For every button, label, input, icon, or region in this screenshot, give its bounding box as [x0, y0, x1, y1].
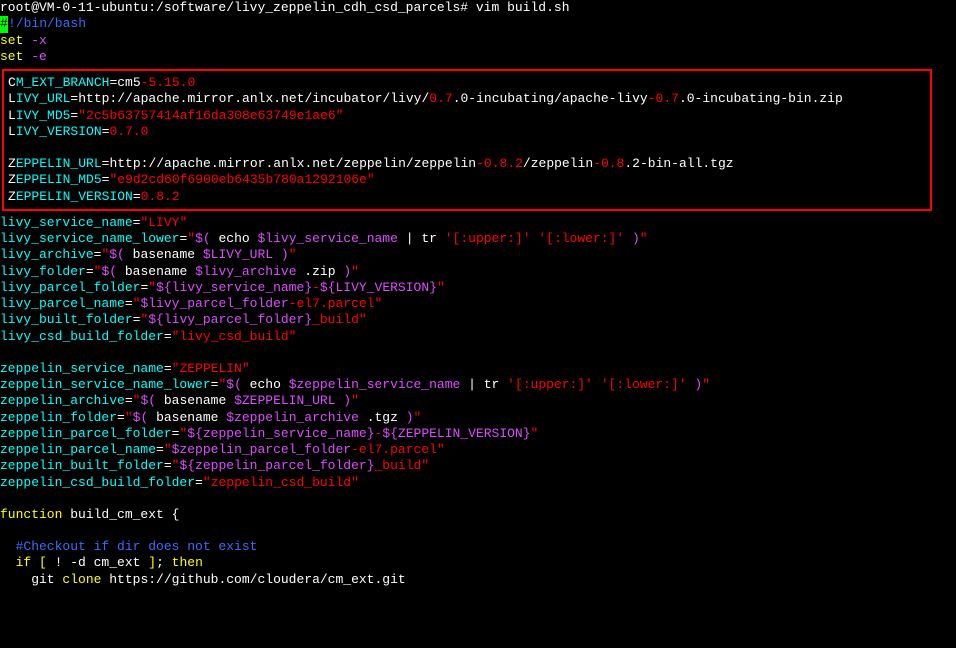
zeppelin-built-folder: zeppelin_built_folder="${zeppelin_parcel…: [0, 458, 956, 474]
livy-archive: livy_archive="$( basename $LIVY_URL )": [0, 247, 956, 263]
zeppelin-url: ZEPPELIN_URL=http://apache.mirror.anlx.n…: [8, 156, 926, 172]
zeppelin-parcel-name: zeppelin_parcel_name="$zeppelin_parcel_f…: [0, 442, 956, 458]
zeppelin-archive: zeppelin_archive="$( basename $ZEPPELIN_…: [0, 393, 956, 409]
zeppelin-folder: zeppelin_folder="$( basename $zeppelin_a…: [0, 410, 956, 426]
livy-service-name: livy_service_name="LIVY": [0, 215, 956, 231]
cursor: #: [0, 16, 8, 32]
zeppelin-service-name: zeppelin_service_name="ZEPPELIN": [0, 361, 956, 377]
livy-built-folder: livy_built_folder="${livy_parcel_folder}…: [0, 312, 956, 328]
zeppelin-version: ZEPPELIN_VERSION=0.8.2: [8, 189, 926, 205]
zeppelin-csd-build-folder: zeppelin_csd_build_folder="zeppelin_csd_…: [0, 475, 956, 491]
highlight-box: CM_EXT_BRANCH=cm5-5.15.0 LIVY_URL=http:/…: [2, 69, 932, 211]
livy-version: LIVY_VERSION=0.7.0: [8, 124, 926, 140]
livy-parcel-folder: livy_parcel_folder="${livy_service_name}…: [0, 280, 956, 296]
comment-checkout: #Checkout if dir does not exist: [0, 539, 956, 555]
zeppelin-service-name-lower: zeppelin_service_name_lower="$( echo $ze…: [0, 377, 956, 393]
zeppelin-md5: ZEPPELIN_MD5="e9d2cd60f6900eb6435b780a12…: [8, 172, 926, 188]
set-e-line: set -e: [0, 49, 956, 65]
shebang-line: #!/bin/bash: [0, 16, 956, 32]
livy-url: LIVY_URL=http://apache.mirror.anlx.net/i…: [8, 91, 926, 107]
set-x-line: set -x: [0, 33, 956, 49]
terminal-prompt: root@VM-0-11-ubuntu:/software/livy_zeppe…: [0, 0, 956, 16]
zeppelin-parcel-folder: zeppelin_parcel_folder="${zeppelin_servi…: [0, 426, 956, 442]
livy-csd-build-folder: livy_csd_build_folder="livy_csd_build": [0, 329, 956, 345]
livy-folder: livy_folder="$( basename $livy_archive .…: [0, 264, 956, 280]
if-line: if [ ! -d cm_ext ]; then: [0, 555, 956, 571]
livy-parcel-name: livy_parcel_name="$livy_parcel_folder-el…: [0, 296, 956, 312]
cm-ext-branch: CM_EXT_BRANCH=cm5-5.15.0: [8, 75, 926, 91]
git-clone-line: git clone https://github.com/cloudera/cm…: [0, 572, 956, 588]
livy-service-name-lower: livy_service_name_lower="$( echo $livy_s…: [0, 231, 956, 247]
function-decl: function build_cm_ext {: [0, 507, 956, 523]
livy-md5: LIVY_MD5="2c5b63757414af16da308e63749e1a…: [8, 108, 926, 124]
